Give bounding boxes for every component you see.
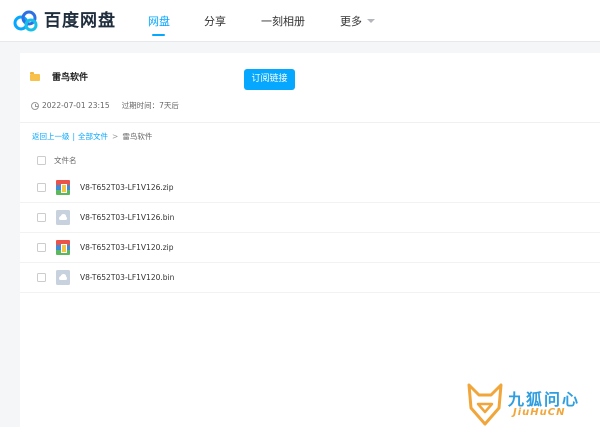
baidu-netdisk-logo[interactable]: 百度网盘 — [12, 9, 116, 33]
top-header: 百度网盘 网盘 分享 一刻相册 更多 — [0, 0, 600, 42]
file-name[interactable]: V8-T652T03-LF1V126.bin — [80, 213, 174, 222]
file-checkbox[interactable] — [37, 213, 46, 222]
share-title: 雷鸟软件 — [52, 73, 89, 83]
file-checkbox[interactable] — [37, 273, 46, 282]
nav-item-share[interactable]: 分享 — [204, 13, 226, 29]
breadcrumb-arrow: > — [112, 132, 119, 141]
share-date: 2022-07-01 23:15 — [42, 101, 110, 110]
watermark-subtext: JiuHuCN — [513, 407, 566, 418]
watermark: 九狐问心 JiuHuCN — [466, 381, 600, 427]
nav-more-label: 更多 — [340, 15, 362, 28]
zip-archive-icon — [56, 180, 70, 195]
active-nav-indicator — [152, 34, 165, 36]
nav-item-moments-album[interactable]: 一刻相册 — [261, 13, 305, 29]
cloud-file-icon — [56, 270, 70, 285]
file-name[interactable]: V8-T652T03-LF1V120.bin — [80, 273, 174, 282]
share-title-row: 雷鸟软件 — [30, 70, 88, 83]
subscribe-link-button[interactable]: 订阅链接 — [244, 69, 295, 90]
expire-time: 过期时间：7天后 — [121, 101, 179, 110]
clock-icon — [31, 101, 39, 110]
file-row[interactable]: V8-T652T03-LF1V126.zip — [20, 173, 600, 203]
column-header-filename: 文件名 — [54, 156, 77, 165]
file-checkbox[interactable] — [37, 243, 46, 252]
folder-icon — [30, 72, 40, 81]
file-row[interactable]: V8-T652T03-LF1V126.bin — [20, 203, 600, 233]
breadcrumb-current: 雷鸟软件 — [122, 132, 153, 141]
file-row[interactable]: V8-T652T03-LF1V120.bin — [20, 263, 600, 293]
back-link[interactable]: 返回上一级 — [32, 131, 70, 142]
nav-item-more[interactable]: 更多 — [340, 13, 375, 29]
share-content-panel: 雷鸟软件 订阅链接 2022-07-01 23:15 过期时间：7天后 返回上一… — [20, 53, 600, 427]
chevron-down-icon — [367, 19, 375, 23]
breadcrumb-separator: | — [72, 132, 76, 141]
file-checkbox[interactable] — [37, 183, 46, 192]
cloud-file-icon — [56, 210, 70, 225]
select-all-checkbox[interactable] — [37, 156, 46, 165]
file-row[interactable]: V8-T652T03-LF1V120.zip — [20, 233, 600, 263]
fox-logo-icon — [467, 383, 503, 426]
breadcrumb: 返回上一级 | 全部文件 > 雷鸟软件 — [32, 131, 152, 142]
share-meta: 2022-07-01 23:15 过期时间：7天后 — [31, 100, 179, 111]
file-name[interactable]: V8-T652T03-LF1V120.zip — [80, 243, 174, 252]
logo-text: 百度网盘 — [44, 11, 116, 31]
file-list-header: 文件名 — [37, 155, 77, 166]
all-files-link[interactable]: 全部文件 — [78, 131, 108, 142]
zip-archive-icon — [56, 240, 70, 255]
file-name[interactable]: V8-T652T03-LF1V126.zip — [80, 183, 174, 192]
nav-item-netdisk[interactable]: 网盘 — [148, 13, 170, 29]
cloud-logo-icon — [13, 10, 38, 32]
divider — [20, 122, 600, 123]
